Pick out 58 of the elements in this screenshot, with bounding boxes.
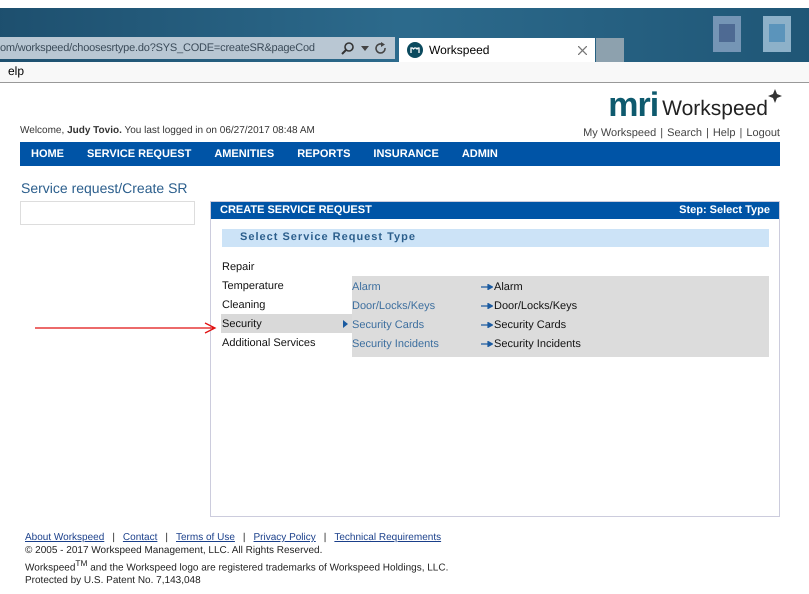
category-item[interactable]: Temperature: [221, 276, 352, 295]
arrow-icon: [481, 302, 493, 308]
separator-text: |: [706, 127, 709, 139]
subtype-link[interactable]: Alarm: [352, 280, 481, 292]
logo[interactable]: mri Workspeed: [608, 89, 782, 121]
subtype-link[interactable]: Security Incidents: [352, 338, 481, 350]
close-icon[interactable]: [578, 46, 587, 54]
address-bar[interactable]: om/workspeed/choosesrtype.do?SYS_CODE=createSR&pageCod: [0, 37, 395, 59]
separator-text: |: [324, 531, 326, 544]
panel-title: CREATE SERVICE REQUEST: [220, 204, 372, 217]
separator-text: |: [165, 531, 168, 544]
arrow-icon: [481, 322, 493, 328]
welcome-text: Welcome, Judy Tovio. You last logged in on 06/27/2017 08:48 AM: [20, 125, 315, 136]
header-link[interactable]: Logout: [746, 127, 780, 139]
category-item[interactable]: Additional Services: [221, 333, 352, 352]
category-item[interactable]: Repair: [221, 257, 352, 276]
footer-link[interactable]: About Workspeed: [25, 531, 104, 544]
separator-text: |: [660, 127, 664, 139]
nav-item[interactable]: SERVICE REQUEST: [87, 148, 192, 160]
target-link[interactable]: Security Cards: [494, 318, 566, 330]
nav-item[interactable]: REPORTS: [297, 148, 350, 160]
caret-icon[interactable]: [361, 46, 369, 50]
separator-text: |: [242, 531, 246, 544]
separator-text: |: [112, 531, 115, 544]
subtype-link[interactable]: Door/Locks/Keys: [352, 300, 481, 312]
footer-link[interactable]: Technical Requirements: [334, 531, 442, 544]
separator-text: |: [739, 127, 742, 139]
tab-title: Workspeed: [429, 43, 490, 57]
copyright-text: © 2005 - 2017 Workspeed Management, LLC. All Rights Reserved.: [25, 544, 324, 557]
search-icon[interactable]: [341, 41, 355, 55]
refresh-icon[interactable]: [375, 42, 387, 54]
category-item[interactable]: Cleaning: [221, 295, 352, 314]
menu-item[interactable]: elp: [8, 64, 24, 78]
nav-item[interactable]: AMENITIES: [214, 148, 274, 160]
subtype-link[interactable]: Security Cards: [352, 318, 481, 330]
caret-icon: [343, 320, 348, 328]
arrow-icon: [481, 340, 493, 346]
nav-item[interactable]: ADMIN: [462, 148, 498, 160]
category-item[interactable]: Security: [221, 314, 352, 333]
target-link[interactable]: Alarm: [494, 280, 523, 292]
header-link[interactable]: Help: [712, 127, 736, 139]
target-link[interactable]: Security Incidents: [494, 338, 581, 350]
header-link[interactable]: Search: [667, 127, 702, 139]
header-link[interactable]: My Workspeed: [583, 127, 656, 139]
nav-item[interactable]: HOME: [31, 148, 64, 160]
patent-text: Protected by U.S. Patent No. 7,143,048: [25, 574, 202, 588]
step-label: Step: Select Type: [679, 204, 770, 217]
section-heading: Select Service Request Type: [222, 229, 769, 247]
trademark-text: Workspeed$^{TM}$ and the Workspeed logo are registered trademarks of Workspeed Holdings, LLC.: [25, 557, 450, 574]
page-title: Service request/Create SR: [21, 180, 189, 196]
footer-link[interactable]: Contact: [122, 531, 158, 544]
footer-link[interactable]: Terms of Use: [176, 531, 235, 544]
target-link[interactable]: Door/Locks/Keys: [494, 300, 578, 312]
logo-icon: [407, 42, 423, 58]
browser-tab[interactable]: Workspeed: [399, 38, 595, 62]
nav-item[interactable]: INSURANCE: [373, 148, 439, 160]
footer-link[interactable]: Privacy Policy: [254, 531, 316, 544]
arrow-icon: [481, 284, 493, 290]
